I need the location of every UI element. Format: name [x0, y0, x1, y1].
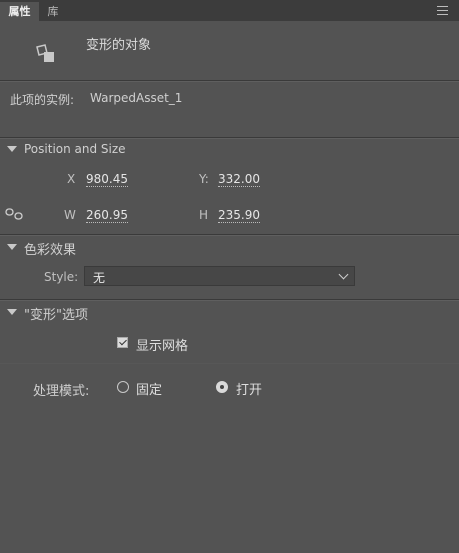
warped-object-icon [36, 44, 56, 64]
show-grid-checkbox[interactable] [117, 337, 128, 348]
w-value[interactable]: 260.95 [86, 208, 128, 223]
show-grid-label[interactable]: 显示网格 [136, 335, 188, 354]
mode-label: 处理模式: [33, 384, 90, 399]
panel-menu-icon[interactable] [437, 6, 448, 15]
y-value[interactable]: 332.00 [218, 172, 260, 187]
radio-fixed-label[interactable]: 固定 [136, 379, 162, 398]
disclosure-triangle-icon[interactable] [7, 146, 17, 152]
section-header-warp-options[interactable]: "变形"选项 [24, 304, 88, 323]
x-label: X [67, 172, 76, 186]
radio-fixed[interactable] [117, 381, 129, 393]
divider [0, 138, 459, 139]
instance-name: WarpedAsset_1 [90, 91, 183, 105]
y-label: Y: [199, 172, 209, 186]
panel-tab-bar [0, 0, 459, 21]
divider [0, 363, 459, 364]
instance-label: 此项的实例: [10, 93, 75, 107]
x-value[interactable]: 980.45 [86, 172, 128, 187]
divider [0, 300, 459, 301]
tab-properties[interactable]: 属性 [0, 2, 39, 21]
section-header-color-effect[interactable]: 色彩效果 [24, 239, 76, 258]
style-label: Style: [44, 270, 79, 284]
tab-library[interactable]: 库 [40, 2, 66, 21]
w-label: W [64, 208, 76, 222]
section-header-position-size[interactable]: Position and Size [24, 142, 126, 156]
disclosure-triangle-icon[interactable] [7, 309, 17, 315]
h-label: H [199, 208, 209, 222]
divider [0, 81, 459, 82]
style-select[interactable]: 无 [84, 266, 355, 286]
h-value[interactable]: 235.90 [218, 208, 260, 223]
disclosure-triangle-icon[interactable] [7, 244, 17, 250]
radio-open-label[interactable]: 打开 [236, 379, 262, 398]
divider [0, 235, 459, 236]
link-icon[interactable] [5, 208, 23, 220]
object-type-label: 变形的对象 [86, 38, 152, 53]
style-select-value: 无 [93, 271, 106, 285]
chevron-down-icon [338, 269, 349, 280]
radio-open[interactable] [216, 381, 228, 393]
